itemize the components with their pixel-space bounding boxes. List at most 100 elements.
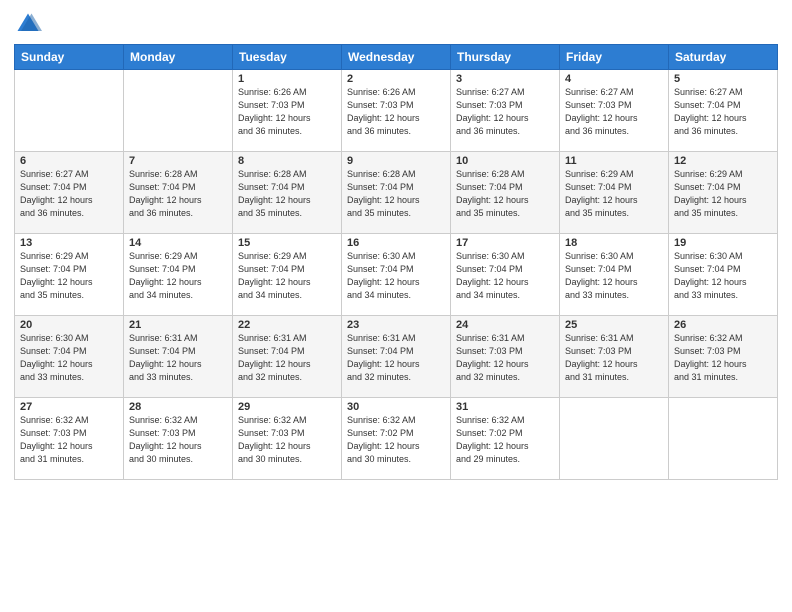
day-number: 23	[347, 319, 445, 331]
calendar-day-cell: 30Sunrise: 6:32 AMSunset: 7:02 PMDayligh…	[342, 398, 451, 480]
day-info: Sunrise: 6:28 AMSunset: 7:04 PMDaylight:…	[456, 168, 554, 220]
day-info: Sunrise: 6:31 AMSunset: 7:04 PMDaylight:…	[238, 332, 336, 384]
calendar-week-row: 1Sunrise: 6:26 AMSunset: 7:03 PMDaylight…	[15, 70, 778, 152]
calendar-day-cell: 14Sunrise: 6:29 AMSunset: 7:04 PMDayligh…	[124, 234, 233, 316]
day-info: Sunrise: 6:31 AMSunset: 7:03 PMDaylight:…	[456, 332, 554, 384]
calendar-day-cell: 5Sunrise: 6:27 AMSunset: 7:04 PMDaylight…	[669, 70, 778, 152]
calendar-day-cell: 12Sunrise: 6:29 AMSunset: 7:04 PMDayligh…	[669, 152, 778, 234]
day-number: 16	[347, 237, 445, 249]
day-number: 22	[238, 319, 336, 331]
day-info: Sunrise: 6:29 AMSunset: 7:04 PMDaylight:…	[238, 250, 336, 302]
day-info: Sunrise: 6:28 AMSunset: 7:04 PMDaylight:…	[347, 168, 445, 220]
logo-icon	[14, 10, 42, 38]
day-number: 4	[565, 73, 663, 85]
day-number: 21	[129, 319, 227, 331]
day-number: 3	[456, 73, 554, 85]
day-info: Sunrise: 6:28 AMSunset: 7:04 PMDaylight:…	[129, 168, 227, 220]
day-info: Sunrise: 6:32 AMSunset: 7:02 PMDaylight:…	[347, 414, 445, 466]
day-info: Sunrise: 6:29 AMSunset: 7:04 PMDaylight:…	[674, 168, 772, 220]
calendar-week-row: 13Sunrise: 6:29 AMSunset: 7:04 PMDayligh…	[15, 234, 778, 316]
calendar-week-row: 27Sunrise: 6:32 AMSunset: 7:03 PMDayligh…	[15, 398, 778, 480]
calendar-day-cell: 21Sunrise: 6:31 AMSunset: 7:04 PMDayligh…	[124, 316, 233, 398]
day-info: Sunrise: 6:28 AMSunset: 7:04 PMDaylight:…	[238, 168, 336, 220]
calendar-day-cell: 11Sunrise: 6:29 AMSunset: 7:04 PMDayligh…	[560, 152, 669, 234]
day-number: 30	[347, 401, 445, 413]
calendar-day-cell	[669, 398, 778, 480]
day-info: Sunrise: 6:30 AMSunset: 7:04 PMDaylight:…	[456, 250, 554, 302]
day-of-week-header: Wednesday	[342, 45, 451, 70]
day-info: Sunrise: 6:29 AMSunset: 7:04 PMDaylight:…	[20, 250, 118, 302]
day-number: 28	[129, 401, 227, 413]
calendar-day-cell: 10Sunrise: 6:28 AMSunset: 7:04 PMDayligh…	[451, 152, 560, 234]
day-of-week-header: Friday	[560, 45, 669, 70]
calendar-day-cell: 13Sunrise: 6:29 AMSunset: 7:04 PMDayligh…	[15, 234, 124, 316]
calendar-day-cell: 26Sunrise: 6:32 AMSunset: 7:03 PMDayligh…	[669, 316, 778, 398]
calendar-day-cell: 19Sunrise: 6:30 AMSunset: 7:04 PMDayligh…	[669, 234, 778, 316]
calendar-day-cell: 28Sunrise: 6:32 AMSunset: 7:03 PMDayligh…	[124, 398, 233, 480]
day-of-week-header: Thursday	[451, 45, 560, 70]
day-number: 19	[674, 237, 772, 249]
calendar-day-cell: 24Sunrise: 6:31 AMSunset: 7:03 PMDayligh…	[451, 316, 560, 398]
calendar-day-cell: 4Sunrise: 6:27 AMSunset: 7:03 PMDaylight…	[560, 70, 669, 152]
day-number: 7	[129, 155, 227, 167]
day-info: Sunrise: 6:26 AMSunset: 7:03 PMDaylight:…	[238, 86, 336, 138]
day-number: 29	[238, 401, 336, 413]
calendar-day-cell: 25Sunrise: 6:31 AMSunset: 7:03 PMDayligh…	[560, 316, 669, 398]
day-number: 2	[347, 73, 445, 85]
day-info: Sunrise: 6:27 AMSunset: 7:03 PMDaylight:…	[565, 86, 663, 138]
calendar-day-cell: 3Sunrise: 6:27 AMSunset: 7:03 PMDaylight…	[451, 70, 560, 152]
day-number: 5	[674, 73, 772, 85]
day-info: Sunrise: 6:30 AMSunset: 7:04 PMDaylight:…	[20, 332, 118, 384]
day-number: 6	[20, 155, 118, 167]
day-info: Sunrise: 6:31 AMSunset: 7:03 PMDaylight:…	[565, 332, 663, 384]
calendar-day-cell: 22Sunrise: 6:31 AMSunset: 7:04 PMDayligh…	[233, 316, 342, 398]
day-info: Sunrise: 6:30 AMSunset: 7:04 PMDaylight:…	[565, 250, 663, 302]
day-info: Sunrise: 6:30 AMSunset: 7:04 PMDaylight:…	[347, 250, 445, 302]
day-info: Sunrise: 6:30 AMSunset: 7:04 PMDaylight:…	[674, 250, 772, 302]
calendar-week-row: 6Sunrise: 6:27 AMSunset: 7:04 PMDaylight…	[15, 152, 778, 234]
calendar-day-cell: 31Sunrise: 6:32 AMSunset: 7:02 PMDayligh…	[451, 398, 560, 480]
calendar-day-cell: 27Sunrise: 6:32 AMSunset: 7:03 PMDayligh…	[15, 398, 124, 480]
day-number: 9	[347, 155, 445, 167]
calendar-day-cell: 16Sunrise: 6:30 AMSunset: 7:04 PMDayligh…	[342, 234, 451, 316]
day-info: Sunrise: 6:32 AMSunset: 7:03 PMDaylight:…	[20, 414, 118, 466]
day-number: 12	[674, 155, 772, 167]
day-info: Sunrise: 6:27 AMSunset: 7:03 PMDaylight:…	[456, 86, 554, 138]
day-info: Sunrise: 6:29 AMSunset: 7:04 PMDaylight:…	[129, 250, 227, 302]
day-info: Sunrise: 6:32 AMSunset: 7:02 PMDaylight:…	[456, 414, 554, 466]
day-number: 1	[238, 73, 336, 85]
day-info: Sunrise: 6:29 AMSunset: 7:04 PMDaylight:…	[565, 168, 663, 220]
day-number: 17	[456, 237, 554, 249]
day-info: Sunrise: 6:26 AMSunset: 7:03 PMDaylight:…	[347, 86, 445, 138]
page: SundayMondayTuesdayWednesdayThursdayFrid…	[0, 0, 792, 612]
day-number: 27	[20, 401, 118, 413]
calendar-day-cell	[15, 70, 124, 152]
day-info: Sunrise: 6:32 AMSunset: 7:03 PMDaylight:…	[129, 414, 227, 466]
calendar-day-cell: 17Sunrise: 6:30 AMSunset: 7:04 PMDayligh…	[451, 234, 560, 316]
calendar-table: SundayMondayTuesdayWednesdayThursdayFrid…	[14, 44, 778, 480]
day-info: Sunrise: 6:32 AMSunset: 7:03 PMDaylight:…	[238, 414, 336, 466]
calendar-day-cell: 6Sunrise: 6:27 AMSunset: 7:04 PMDaylight…	[15, 152, 124, 234]
day-number: 18	[565, 237, 663, 249]
day-number: 15	[238, 237, 336, 249]
day-number: 24	[456, 319, 554, 331]
day-number: 31	[456, 401, 554, 413]
day-of-week-header: Monday	[124, 45, 233, 70]
day-number: 25	[565, 319, 663, 331]
day-number: 20	[20, 319, 118, 331]
calendar-day-cell: 23Sunrise: 6:31 AMSunset: 7:04 PMDayligh…	[342, 316, 451, 398]
calendar-week-row: 20Sunrise: 6:30 AMSunset: 7:04 PMDayligh…	[15, 316, 778, 398]
calendar-day-cell: 15Sunrise: 6:29 AMSunset: 7:04 PMDayligh…	[233, 234, 342, 316]
calendar-header-row: SundayMondayTuesdayWednesdayThursdayFrid…	[15, 45, 778, 70]
day-of-week-header: Tuesday	[233, 45, 342, 70]
calendar-day-cell: 9Sunrise: 6:28 AMSunset: 7:04 PMDaylight…	[342, 152, 451, 234]
calendar-day-cell: 20Sunrise: 6:30 AMSunset: 7:04 PMDayligh…	[15, 316, 124, 398]
day-number: 11	[565, 155, 663, 167]
calendar-day-cell: 18Sunrise: 6:30 AMSunset: 7:04 PMDayligh…	[560, 234, 669, 316]
day-number: 8	[238, 155, 336, 167]
calendar-day-cell: 29Sunrise: 6:32 AMSunset: 7:03 PMDayligh…	[233, 398, 342, 480]
day-info: Sunrise: 6:32 AMSunset: 7:03 PMDaylight:…	[674, 332, 772, 384]
day-number: 26	[674, 319, 772, 331]
day-number: 13	[20, 237, 118, 249]
calendar-day-cell: 8Sunrise: 6:28 AMSunset: 7:04 PMDaylight…	[233, 152, 342, 234]
